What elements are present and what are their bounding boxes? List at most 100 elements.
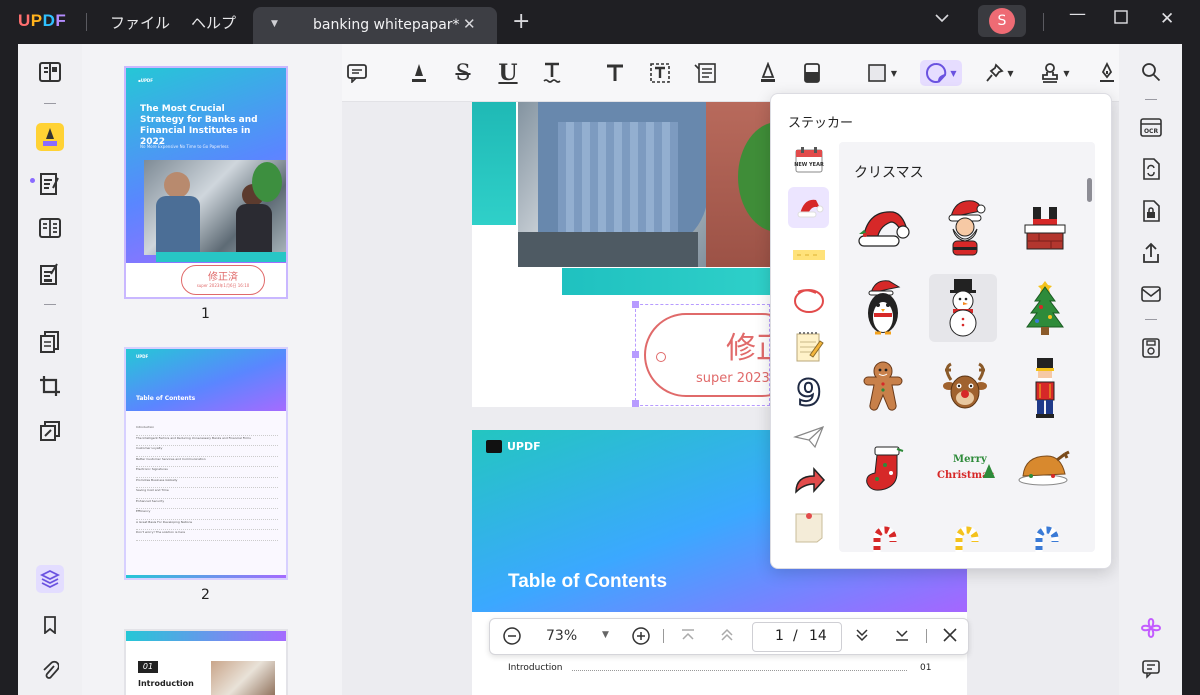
last-page-icon[interactable] <box>894 627 910 647</box>
category-pinned-notes[interactable] <box>788 506 829 547</box>
sticker-candy-cane-yellow[interactable] <box>931 512 999 552</box>
sticker-tool[interactable]: ▼ <box>920 60 962 86</box>
rail-divider <box>44 103 56 104</box>
category-arrows[interactable] <box>788 460 829 501</box>
sticker-scrollbar[interactable] <box>1087 178 1092 202</box>
toc-entry: Don't worry! The solution is here <box>136 530 278 541</box>
resize-handle[interactable] <box>632 400 639 407</box>
underline-icon[interactable]: U <box>495 60 521 86</box>
sticker-santa-in-chimney[interactable] <box>1011 194 1079 262</box>
next-page-icon[interactable] <box>854 627 870 647</box>
fill-sign-icon[interactable] <box>36 260 64 288</box>
sticker-santa-hat[interactable] <box>849 194 917 262</box>
edit-pdf-icon[interactable] <box>36 170 64 198</box>
tab-dropdown-icon[interactable]: ▼ <box>271 19 278 29</box>
chevron-down-icon[interactable] <box>935 12 949 27</box>
category-numbers[interactable]: 9 <box>788 370 829 411</box>
page-layout-icon[interactable] <box>36 214 64 242</box>
pin-tool[interactable]: ▼ <box>982 60 1018 86</box>
category-paper-plane[interactable] <box>788 416 829 457</box>
thumb-subtitle: No More Expensive No Time to Go Paperles… <box>140 144 229 149</box>
ai-assistant-icon[interactable] <box>1138 615 1164 641</box>
account-button[interactable]: S <box>978 5 1026 37</box>
reader-mode-icon[interactable] <box>36 58 64 86</box>
resize-handle[interactable] <box>632 351 639 358</box>
organize-pages-icon[interactable] <box>36 328 64 356</box>
page-number-box[interactable]: 1 / 14 <box>752 622 842 652</box>
bookmark-icon[interactable] <box>36 611 64 639</box>
resize-handle[interactable] <box>632 301 639 308</box>
sticker-merry-christmas[interactable]: Merry Christmas <box>927 434 1003 502</box>
protect-icon[interactable] <box>1138 198 1164 224</box>
search-icon[interactable] <box>1138 59 1164 85</box>
close-nav-icon[interactable] <box>942 627 958 647</box>
page-thumbnail-3[interactable]: 01 Introduction <box>124 629 288 695</box>
close-window-icon[interactable]: ✕ <box>1160 9 1174 29</box>
menu-help[interactable]: ヘルプ <box>191 12 236 33</box>
sticker-penguin[interactable] <box>849 274 917 342</box>
sticker-gingerbread-man[interactable] <box>849 354 917 422</box>
sticker-roast-turkey[interactable] <box>1011 434 1079 502</box>
toc-entry: Enhanced Security <box>136 499 278 509</box>
text-callout-icon[interactable] <box>692 60 718 86</box>
sticker-snowman[interactable] <box>929 274 997 342</box>
zoom-out-icon[interactable] <box>502 626 522 650</box>
sticker-candy-cane-blue[interactable] <box>1011 512 1079 552</box>
thumb2-footer <box>126 575 286 578</box>
category-notepad[interactable] <box>788 326 829 367</box>
textbox-icon[interactable] <box>647 60 673 86</box>
category-washi-tape[interactable] <box>788 234 829 275</box>
tab-close-icon[interactable]: ✕ <box>463 15 476 33</box>
svg-text:OCR: OCR <box>1144 128 1159 135</box>
sticker-candy-cane-red[interactable] <box>849 512 917 552</box>
toc-entry: Introduction <box>136 425 278 436</box>
new-tab-icon[interactable]: + <box>512 9 530 34</box>
menu-file[interactable]: ファイル <box>110 12 170 33</box>
category-christmas[interactable] <box>788 187 829 228</box>
signature-icon[interactable] <box>1094 60 1120 86</box>
comment-mode-icon[interactable] <box>36 123 64 151</box>
avatar[interactable]: S <box>989 8 1015 34</box>
stamp-tool[interactable]: ▼ <box>1035 60 1075 86</box>
highlight-icon[interactable] <box>406 60 432 86</box>
category-new-year[interactable]: NEW YEAR <box>788 139 829 180</box>
shape-tool[interactable]: ▼ <box>862 60 902 86</box>
sticker-christmas-stocking[interactable] <box>849 434 917 502</box>
share-icon[interactable] <box>1138 240 1164 266</box>
squiggly-icon[interactable] <box>539 60 565 86</box>
zoom-dropdown-icon[interactable]: ▼ <box>602 630 609 640</box>
sticker-santa-claus[interactable] <box>931 194 999 262</box>
comments-list-icon[interactable] <box>1138 656 1164 682</box>
sticker-nutcracker[interactable] <box>1011 354 1079 422</box>
sticker-reindeer[interactable] <box>931 354 999 422</box>
teal-band <box>562 268 772 295</box>
prev-page-icon[interactable] <box>719 627 735 647</box>
text-icon[interactable] <box>602 60 628 86</box>
eraser-icon[interactable] <box>799 60 825 86</box>
layers-icon[interactable] <box>36 565 64 593</box>
pencil-icon[interactable] <box>755 60 781 86</box>
first-page-icon[interactable] <box>680 627 696 647</box>
current-page[interactable]: 1 <box>775 628 784 644</box>
attachment-icon[interactable] <box>36 656 64 684</box>
page-thumbnail-1[interactable]: ▪UPDF The Most Crucial Strategy for Bank… <box>124 66 288 299</box>
tools-icon[interactable] <box>36 417 64 445</box>
maximize-icon[interactable] <box>1114 9 1128 29</box>
document-tab[interactable]: ▼ banking whitepapar* ✕ <box>253 7 497 44</box>
thumb3-title: Introduction <box>138 679 194 688</box>
note-icon[interactable] <box>344 60 370 86</box>
page-thumbnail-2[interactable]: UPDF Table of Contents Introduction The … <box>124 347 288 580</box>
email-icon[interactable] <box>1138 281 1164 307</box>
sticker-christmas-tree[interactable] <box>1011 274 1079 342</box>
ocr-icon[interactable]: OCR <box>1138 114 1164 140</box>
minimize-icon[interactable]: — <box>1069 4 1086 24</box>
zoom-in-icon[interactable] <box>631 626 651 650</box>
save-icon[interactable] <box>1138 335 1164 361</box>
strikethrough-icon[interactable]: S <box>450 60 476 86</box>
convert-icon[interactable] <box>1138 156 1164 182</box>
zoom-level[interactable]: 73% <box>546 628 577 644</box>
crop-icon[interactable] <box>36 372 64 400</box>
stamp-selection-box[interactable]: 修正 super 2023年 <box>632 301 804 407</box>
category-marker-circle[interactable] <box>788 280 829 321</box>
thumb3-band <box>126 631 286 641</box>
